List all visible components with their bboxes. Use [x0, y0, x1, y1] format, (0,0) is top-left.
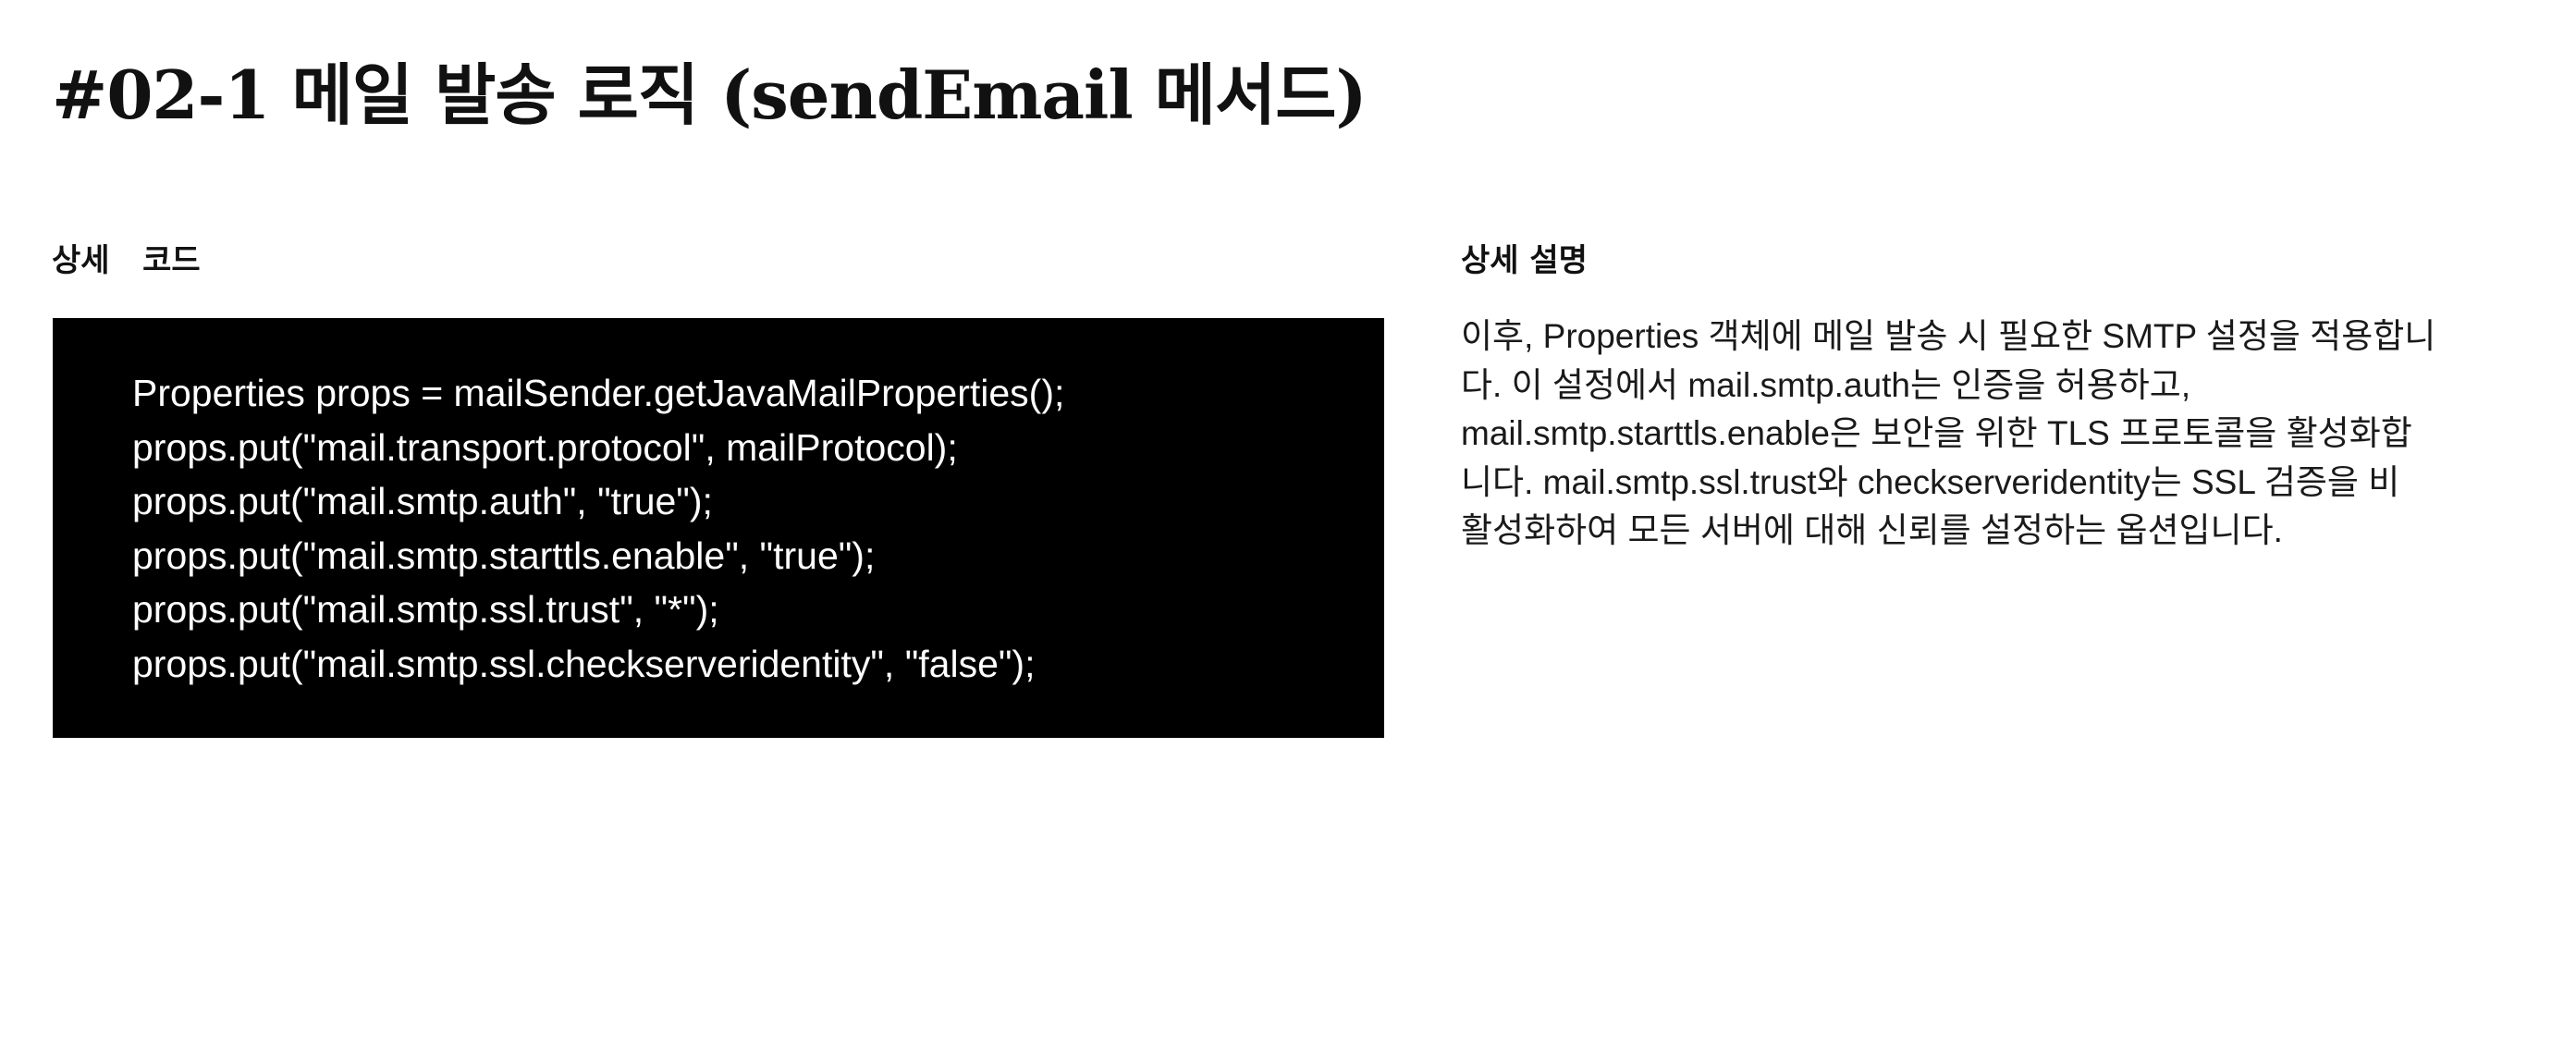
code-line: Properties props = mailSender.getJavaMai…: [132, 372, 1065, 414]
description-line: 이후, Properties 객체에 메일 발송 시 필요한 SMTP 설정을 …: [1461, 317, 2436, 355]
description-section-label: 상세 설명: [1461, 242, 1588, 279]
code-block: Properties props = mailSender.getJavaMai…: [53, 318, 1384, 738]
description-line: 니다. mail.smtp.ssl.trust와 checkserveriden…: [1461, 462, 2400, 501]
code-line: props.put("mail.smtp.auth", "true");: [132, 480, 713, 522]
description-line: 활성화하여 모든 서버에 대해 신뢰를 설정하는 옵션입니다.: [1461, 511, 2283, 549]
code-line: props.put("mail.smtp.ssl.checkserveriden…: [132, 642, 1036, 685]
page-title: #02-1 메일 발송 로직 (sendEmail 메서드): [52, 55, 1368, 134]
description-text: 이후, Properties 객체에 메일 발송 시 필요한 SMTP 설정을 …: [1461, 313, 2496, 556]
code-line: props.put("mail.transport.protocol", mai…: [132, 425, 958, 469]
description-line: mail.smtp.starttls.enable은 보안을 위한 TLS 프로…: [1461, 414, 2412, 452]
code-line: props.put("mail.smtp.ssl.trust", "*");: [132, 588, 719, 631]
code-section-label: 상세 코드: [52, 242, 201, 279]
code-line: props.put("mail.smtp.starttls.enable", "…: [132, 534, 876, 577]
description-line: 다. 이 설정에서 mail.smtp.auth는 인증을 허용하고,: [1461, 365, 2191, 404]
